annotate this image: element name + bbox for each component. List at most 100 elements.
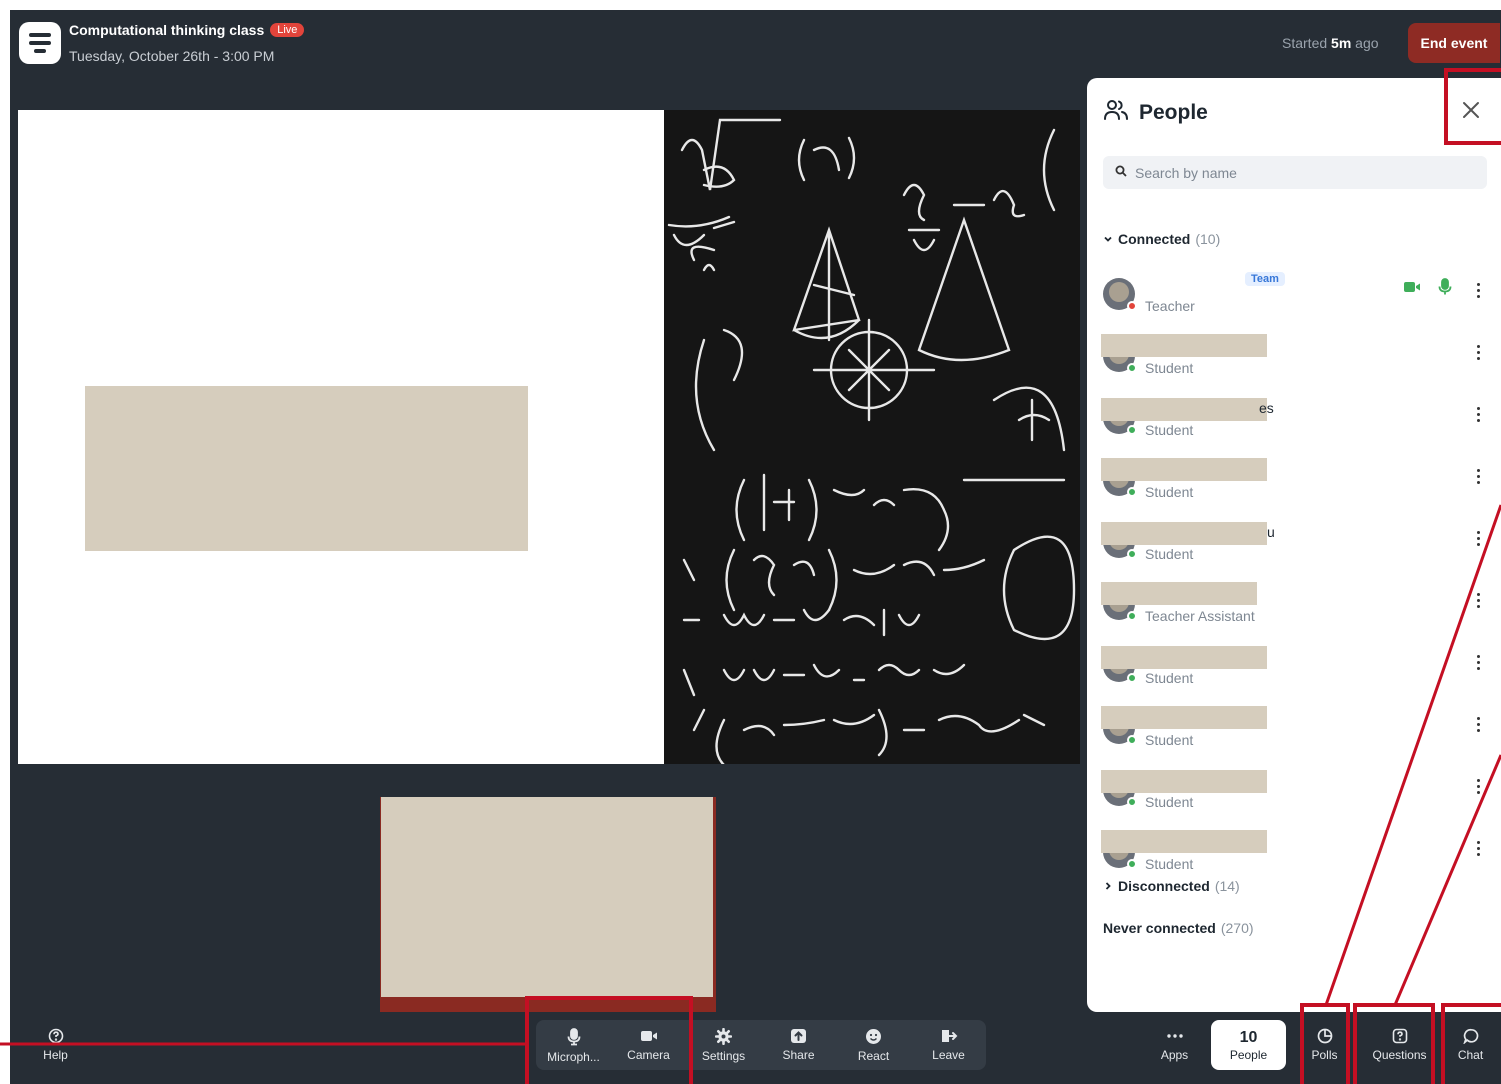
participant-row[interactable]: Teacher Team [1087, 268, 1501, 324]
participant-row[interactable]: Student [1087, 640, 1501, 696]
redacted-name [1101, 646, 1267, 669]
redacted-content [85, 386, 528, 551]
participant-options-button[interactable] [1471, 528, 1485, 548]
presence-dot [1127, 425, 1137, 435]
people-panel-title: People [1139, 100, 1208, 124]
share-button[interactable]: Share [761, 1022, 836, 1068]
camera-on-indicator [1403, 280, 1421, 294]
connected-count: (10) [1195, 231, 1221, 247]
leave-icon [940, 1028, 958, 1044]
redacted-name [1101, 398, 1267, 421]
started-time: Started 5m ago [1282, 35, 1379, 51]
participant-options-button[interactable] [1471, 838, 1485, 858]
redacted-name [1101, 522, 1267, 545]
more-horizontal-icon [1166, 1028, 1184, 1044]
participant-options-button[interactable] [1471, 466, 1485, 486]
help-label: Help [43, 1048, 68, 1062]
people-label: People [1229, 1047, 1268, 1062]
participant-role: Teacher Assistant [1145, 608, 1255, 624]
settings-label: Settings [701, 1049, 746, 1063]
chevron-down-icon [1103, 231, 1113, 247]
never-connected-label: Never connected [1103, 920, 1216, 936]
participant-row[interactable]: es Student [1087, 392, 1501, 448]
end-event-button[interactable]: End event [1408, 23, 1500, 63]
react-button[interactable]: React [836, 1022, 911, 1068]
participant-options-button[interactable] [1471, 714, 1485, 734]
participant-role: Student [1145, 360, 1194, 376]
started-suffix: ago [1355, 35, 1379, 51]
redacted-camera [381, 797, 713, 997]
participant-options-button[interactable] [1471, 776, 1485, 796]
apps-button[interactable]: Apps [1137, 1022, 1212, 1068]
presence-dot [1127, 859, 1137, 869]
participant-role: Student [1145, 484, 1194, 500]
participant-row[interactable]: Student [1087, 826, 1501, 882]
share-label: Share [782, 1048, 815, 1062]
gear-icon [715, 1028, 732, 1045]
participant-role: Student [1145, 546, 1194, 562]
participant-row[interactable]: u Student [1087, 516, 1501, 572]
connected-group-toggle[interactable]: Connected (10) [1103, 231, 1220, 247]
live-badge: Live [270, 23, 305, 37]
never-connected-count: (270) [1220, 920, 1254, 936]
participant-row[interactable]: Student [1087, 764, 1501, 820]
help-button[interactable]: Help [18, 1022, 93, 1068]
redacted-name [1101, 706, 1267, 729]
participant-options-button[interactable] [1471, 590, 1485, 610]
search-box [1103, 156, 1487, 189]
chalkboard-image [664, 110, 1080, 764]
highlight-chat [1441, 1003, 1501, 1084]
people-panel: People Connected (10) Disconnected (14) … [1087, 78, 1501, 1012]
highlight-mic-camera [525, 996, 693, 1084]
participant-name-fragment: es [1259, 400, 1274, 416]
presence-dot [1127, 735, 1137, 745]
people-icon [1103, 98, 1129, 127]
participant-name-fragment: u [1267, 524, 1275, 540]
highlight-polls [1300, 1003, 1350, 1084]
connected-label: Connected [1118, 231, 1191, 247]
people-panel-header: People [1103, 98, 1208, 127]
app-logo [19, 22, 61, 64]
presence-dot [1127, 487, 1137, 497]
participant-role: Student [1145, 732, 1194, 748]
class-title: Computational thinking class Live [69, 22, 305, 38]
participant-row[interactable]: Student [1087, 702, 1501, 758]
people-button[interactable]: 10 People [1211, 1020, 1286, 1070]
class-datetime: Tuesday, October 26th - 3:00 PM [69, 48, 275, 64]
emoji-icon [865, 1028, 882, 1045]
settings-button[interactable]: Settings [686, 1022, 761, 1068]
participant-options-button[interactable] [1471, 342, 1485, 362]
participant-row[interactable]: Teacher Assistant [1087, 578, 1501, 634]
search-icon [1115, 164, 1127, 182]
participant-options-button[interactable] [1471, 652, 1485, 672]
participant-options-button[interactable] [1471, 404, 1485, 424]
presence-dot [1127, 363, 1137, 373]
presence-dot [1127, 673, 1137, 683]
camera-tile [380, 797, 716, 1012]
leave-button[interactable]: Leave [911, 1022, 986, 1068]
highlight-close [1444, 68, 1501, 145]
apps-label: Apps [1160, 1048, 1189, 1062]
participant-row[interactable]: Student [1087, 330, 1501, 386]
react-label: React [857, 1049, 890, 1063]
started-value: 5m [1331, 35, 1352, 51]
people-count: 10 [1239, 1028, 1258, 1046]
participant-row[interactable]: Student [1087, 454, 1501, 510]
participant-role: Student [1145, 670, 1194, 686]
presence-dot [1127, 797, 1137, 807]
microphone-on-indicator [1438, 278, 1452, 296]
redacted-name [1101, 770, 1267, 793]
never-connected-group[interactable]: Never connected (270) [1103, 920, 1254, 936]
highlight-questions [1353, 1003, 1435, 1084]
participant-role: Student [1145, 422, 1194, 438]
presence-dot [1127, 549, 1137, 559]
search-input[interactable] [1135, 164, 1465, 181]
participant-options-button[interactable] [1471, 280, 1485, 300]
redacted-name [1101, 830, 1267, 853]
presence-dot [1127, 611, 1137, 621]
leave-label: Leave [932, 1048, 965, 1062]
team-badge: Team [1245, 272, 1285, 286]
shared-slide [18, 110, 664, 764]
class-title-text: Computational thinking class [69, 22, 265, 38]
share-screen-icon [790, 1028, 807, 1044]
